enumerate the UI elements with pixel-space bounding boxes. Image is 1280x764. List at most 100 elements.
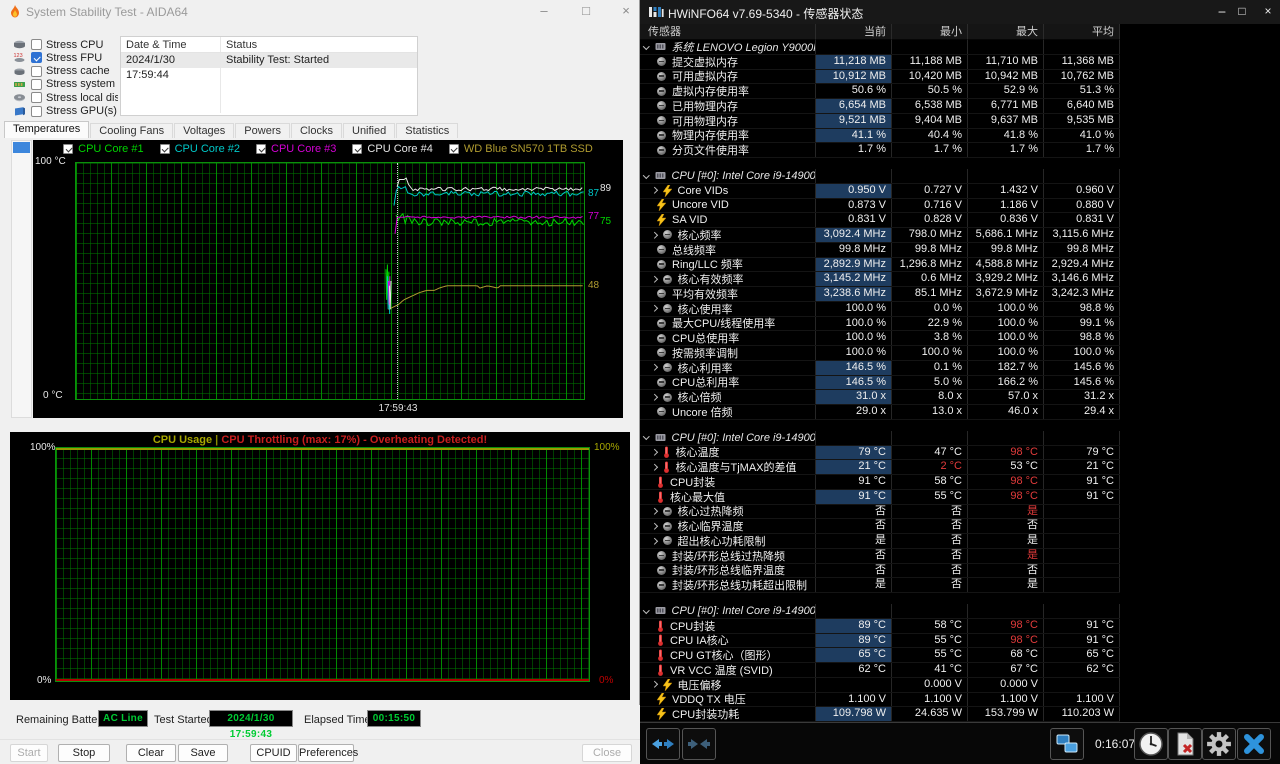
sensor-row[interactable]: VDDQ TX 电压 1.100 V 1.100 V 1.100 V 1.100 V (640, 692, 1120, 708)
chevron-right-icon[interactable] (651, 463, 658, 471)
tab-cooling-fans[interactable]: Cooling Fans (90, 123, 174, 138)
sensor-row[interactable]: CPU封装功耗 109.798 W 24.635 W 153.799 W 110.203… (640, 707, 1120, 722)
clock-button[interactable] (1134, 728, 1168, 760)
clear-button[interactable]: Clear (126, 744, 176, 762)
sensor-row[interactable]: 总线频率 99.8 MHz 99.8 MHz 99.8 MHz 99.8 MHz (640, 242, 1120, 258)
sensor-row[interactable]: Ring/LLC 频率 2,892.9 MHz 1,296.8 MHz 4,588.8… (640, 257, 1120, 273)
sensor-row[interactable]: CPU IA核心 89 °C 55 °C 98 °C 91 °C (640, 633, 1120, 649)
sensor-row[interactable]: 分页文件使用率 1.7 % 1.7 % 1.7 % 1.7 % (640, 143, 1120, 158)
chevron-down-icon[interactable] (643, 171, 650, 179)
sensor-row[interactable]: Uncore 倍频 29.0 x 13.0 x 46.0 x 29.4 x (640, 405, 1120, 420)
sensor-row[interactable]: 核心使用率 100.0 % 0.0 % 100.0 % 98.8 % (640, 301, 1120, 317)
chevron-down-icon[interactable] (643, 42, 650, 50)
chevron-right-icon[interactable] (651, 305, 658, 312)
expand-columns-button[interactable] (646, 728, 680, 760)
stress-option-stress-gpu-s-[interactable]: Stress GPU(s) (13, 105, 117, 118)
checkbox[interactable] (31, 78, 42, 90)
tab-temperatures[interactable]: Temperatures (4, 121, 90, 138)
sensor-row[interactable]: 核心倍频 31.0 x 8.0 x 57.0 x 31.2 x (640, 390, 1120, 405)
graph-scrollbar[interactable] (11, 140, 32, 418)
sensor-row[interactable]: CPU封装 89 °C 58 °C 98 °C 91 °C (640, 618, 1120, 634)
column-header-0[interactable]: 传感器 (640, 24, 816, 40)
column-header-4[interactable]: 平均 (1044, 24, 1120, 40)
sensor-row[interactable]: 核心利用率 146.5 % 0.1 % 182.7 % 145.6 % (640, 360, 1120, 376)
sensor-row[interactable]: CPU GT核心（图形） 65 °C 55 °C 68 °C 65 °C (640, 648, 1120, 663)
stress-option-stress-local-disks[interactable]: Stress local disks (13, 91, 118, 104)
chevron-right-icon[interactable] (651, 449, 658, 456)
cpuid-button[interactable]: CPUID (250, 744, 297, 762)
legend-checkbox[interactable] (448, 144, 459, 154)
sensor-row[interactable]: SA VID 0.831 V 0.828 V 0.836 V 0.831 V (640, 213, 1120, 228)
sensor-row[interactable]: 核心频率 3,092.4 MHz 798.0 MHz 5,686.1 MHz 3,115… (640, 228, 1120, 243)
sensor-row[interactable]: 核心温度与TjMAX的差值 21 °C 2 °C 53 °C 21 °C (640, 460, 1120, 475)
legend-checkbox[interactable] (159, 144, 170, 154)
legend-checkbox[interactable] (352, 144, 363, 154)
sensor-row[interactable]: 物理内存使用率 41.1 % 40.4 % 41.8 % 41.0 % (640, 128, 1120, 144)
sensor-row[interactable]: 可用物理内存 9,521 MB 9,404 MB 9,637 MB 9,535 MB (640, 113, 1120, 129)
chevron-right-icon[interactable] (651, 275, 658, 283)
section-header[interactable]: CPU [#0]: Intel Core i9-14900HX: Enhance… (640, 604, 1120, 619)
sensor-row[interactable]: Core VIDs 0.950 V 0.727 V 1.432 V 0.960 V (640, 183, 1120, 199)
chevron-right-icon[interactable] (651, 537, 658, 545)
sensor-row[interactable]: 电压偏移 0.000 V 0.000 V (640, 677, 1120, 693)
tab-powers[interactable]: Powers (235, 123, 290, 138)
tab-clocks[interactable]: Clocks (290, 123, 342, 138)
sensor-row[interactable]: 封装/环形总线过热降频否否是 (640, 548, 1120, 564)
chevron-down-icon[interactable] (643, 433, 650, 440)
stop-button[interactable]: Stop (58, 744, 110, 762)
maximize-icon[interactable]: □ (566, 0, 606, 24)
sensor-row[interactable]: 核心过热降频否否是 (640, 504, 1120, 520)
section-header[interactable]: 系统 LENOVO Legion Y9000P IRX9 (640, 40, 1120, 55)
chevron-right-icon[interactable] (651, 522, 658, 530)
sensor-row[interactable]: 按需频率调制 100.0 % 100.0 % 100.0 % 100.0 % (640, 346, 1120, 361)
close-sensors-button[interactable] (1237, 728, 1271, 760)
sensor-row[interactable]: 封装/环形总线临界温度否否否 (640, 563, 1120, 579)
minimize-icon[interactable]: – (524, 0, 564, 24)
tab-statistics[interactable]: Statistics (396, 123, 459, 138)
sensor-row[interactable]: 核心最大值 91 °C 55 °C 98 °C 91 °C (640, 489, 1120, 505)
legend-checkbox[interactable] (256, 144, 266, 154)
collapse-columns-button[interactable] (682, 728, 716, 760)
sensor-row[interactable]: 超出核心功耗限制 是否是 (640, 534, 1120, 549)
settings-button[interactable] (1202, 728, 1236, 760)
column-header-2[interactable]: 最小 (892, 24, 968, 40)
chevron-right-icon[interactable] (651, 393, 658, 401)
sensor-row[interactable]: 核心有效频率 3,145.2 MHz 0.6 MHz 3,929.2 MHz 3,146… (640, 272, 1120, 287)
sensor-row[interactable]: 可用虚拟内存 10,912 MB 10,420 MB 10,942 MB 10,762 … (640, 69, 1120, 85)
sensor-row[interactable]: Uncore VID 0.873 V 0.716 V 1.186 V 0.880 V (640, 198, 1120, 214)
preferences-button[interactable]: Preferences (298, 744, 358, 762)
log-row[interactable]: 2024/1/30 17:59:44 Stability Test: Starte… (121, 53, 417, 81)
close-icon[interactable]: × (1248, 0, 1280, 24)
stress-option-stress-cache[interactable]: Stress cache (13, 65, 110, 78)
column-header-1[interactable]: 当前 (816, 24, 892, 40)
column-header-3[interactable]: 最大 (968, 24, 1044, 40)
sensor-row[interactable]: 最大CPU/线程使用率 100.0 % 22.9 % 100.0 % 99.1 % (640, 316, 1120, 332)
remote-sensor-button[interactable] (1050, 728, 1084, 760)
sensor-row[interactable]: CPU封装 91 °C 58 °C 98 °C 91 °C (640, 475, 1120, 490)
tab-unified[interactable]: Unified (343, 123, 396, 138)
save-button[interactable]: Save (178, 744, 228, 762)
sensor-row[interactable]: 核心临界温度否否否 (640, 519, 1120, 534)
section-header[interactable]: CPU [#0]: Intel Core i9-14900HX (640, 169, 1120, 184)
stress-option-stress-cpu[interactable]: Stress CPU (13, 38, 103, 51)
sensor-row[interactable]: 提交虚拟内存 11,218 MB 11,188 MB 11,710 MB 11,368 … (640, 54, 1120, 70)
sensor-row[interactable]: 封装/环形总线功耗超出限制是否是 (640, 578, 1120, 593)
legend-checkbox[interactable] (63, 144, 74, 154)
tab-voltages[interactable]: Voltages (174, 123, 235, 138)
checkbox[interactable] (31, 65, 42, 77)
reset-log-button[interactable] (1168, 728, 1202, 760)
section-header[interactable]: CPU [#0]: Intel Core i9-14900HX: DTS (640, 430, 1120, 446)
stress-option-stress-fpu[interactable]: 123 Stress FPU (13, 51, 103, 64)
sensor-row[interactable]: 虚拟内存使用率 50.6 % 50.5 % 52.9 % 51.3 % (640, 84, 1120, 99)
sensor-row[interactable]: CPU总使用率 100.0 % 3.8 % 100.0 % 98.8 % (640, 331, 1120, 346)
chevron-down-icon[interactable] (643, 606, 650, 614)
sensor-row[interactable]: 已用物理内存 6,654 MB 6,538 MB 6,771 MB 6,640 MB (640, 99, 1120, 114)
sensor-row[interactable]: 核心温度 79 °C 47 °C 98 °C 79 °C (640, 445, 1120, 461)
checkbox[interactable] (31, 52, 42, 64)
chevron-right-icon[interactable] (651, 364, 658, 371)
chevron-right-icon[interactable] (651, 187, 658, 194)
chevron-right-icon[interactable] (651, 681, 658, 688)
sensor-row[interactable]: 平均有效频率 3,238.6 MHz 85.1 MHz 3,672.9 MHz 3,24… (640, 287, 1120, 302)
chevron-right-icon[interactable] (651, 231, 658, 239)
checkbox[interactable] (31, 39, 42, 50)
